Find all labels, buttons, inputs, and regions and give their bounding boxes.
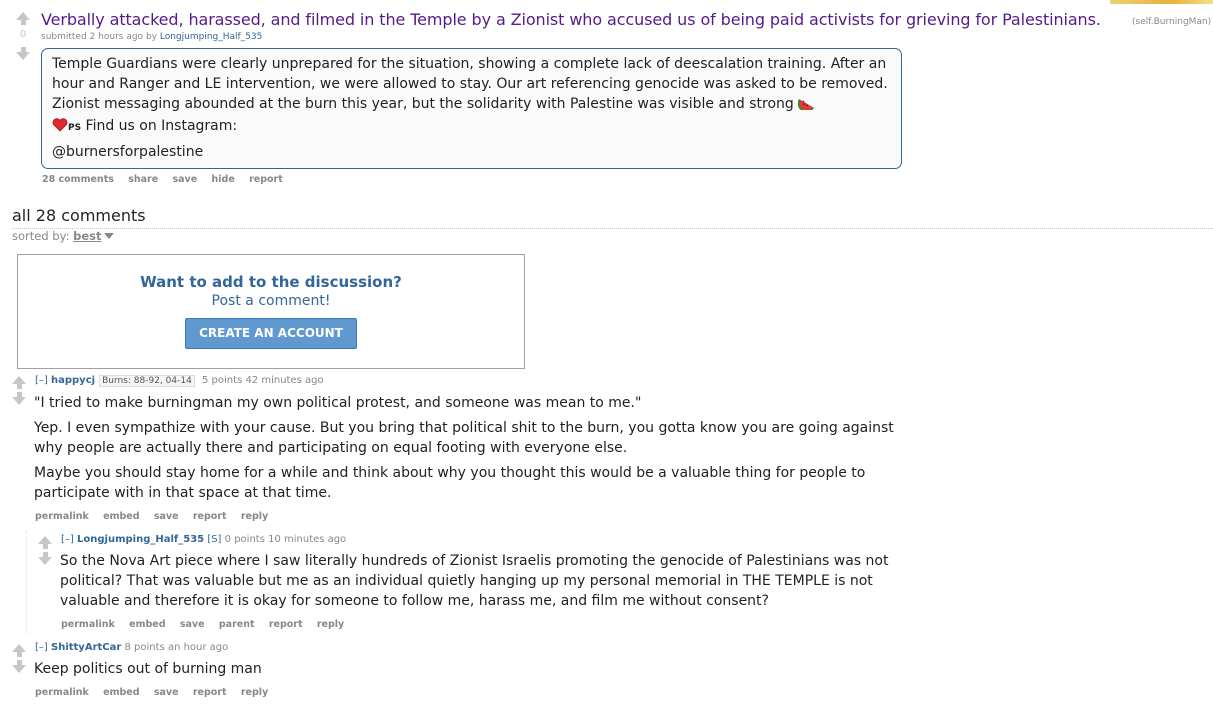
join-discussion-panel: Want to add to the discussion? Post a co… [17,254,525,369]
parent-button[interactable]: parent [219,619,255,630]
post-selftext: Temple Guardians were clearly unprepared… [41,48,902,169]
report-button[interactable]: report [193,687,227,698]
post-score: 0 [19,29,27,40]
save-button[interactable]: save [154,511,179,522]
selftext-instagram-handle: @burnersforpalestine [52,144,204,160]
comment-tagline: [–] ShittyArtCar 8 points an hour ago [35,642,228,653]
report-button[interactable]: report [193,511,227,522]
post-author[interactable]: Longjumping_Half_535 [160,32,263,42]
permalink-button[interactable]: permalink [61,619,115,630]
comment-tagline: [–] happycj Burns: 88-92, 04-14 5 points … [35,375,324,387]
post-domain[interactable]: (self.BurningMan) [1132,17,1211,27]
create-account-button[interactable]: CREATE AN ACCOUNT [185,318,357,349]
comment-author[interactable]: Longjumping_Half_535 [77,534,204,545]
by-label: by [145,32,157,42]
post-tagline: submitted 2 hours ago by Longjumping_Hal… [41,32,262,42]
comment-time: an hour ago [167,642,229,653]
comment-buttons: permalink embed save parent report reply [61,619,355,630]
post-time: 2 hours ago [89,32,144,42]
post-upvote-arrow-icon[interactable] [16,12,30,25]
collapse-toggle[interactable]: [–] [35,375,48,386]
sort-menu: sorted by: best [12,229,115,243]
comment-upvote-arrow-icon[interactable] [38,536,52,549]
comment-downvote-arrow-icon[interactable] [12,392,26,405]
submitted-label: submitted [41,32,87,42]
cta-subtext: Post a comment! [211,293,331,309]
post-buttons: 28 comments share save hide report [42,174,294,185]
comment-downvote-arrow-icon[interactable] [38,552,52,565]
collapse-toggle[interactable]: [–] [35,642,48,653]
permalink-button[interactable]: permalink [35,511,89,522]
comment-body: "I tried to make burningman my own polit… [34,393,894,508]
comment-buttons: permalink embed save report reply [35,687,279,698]
comment-downvote-arrow-icon[interactable] [12,660,26,673]
submitter-badge[interactable]: [S] [207,534,221,545]
selftext-paragraph: Temple Guardians were clearly unprepared… [52,54,891,138]
cta-heading: Want to add to the discussion? [140,273,402,291]
comment-paragraph: Yep. I even sympathize with your cause. … [34,420,894,456]
permalink-button[interactable]: permalink [35,687,89,698]
comment-upvote-arrow-icon[interactable] [12,376,26,389]
comment-points: 0 points [224,534,265,545]
reply-button[interactable]: reply [241,511,268,522]
top-edge-strip [1110,0,1213,4]
comment-author[interactable]: happycj [51,375,95,386]
share-button[interactable]: share [128,174,158,185]
comment-paragraph: "I tried to make burningman my own polit… [34,395,642,411]
comment-paragraph: Keep politics out of burning man [34,661,262,677]
comment-paragraph: So the Nova Art piece where I saw litera… [60,553,889,609]
comment-paragraph: Maybe you should stay home for a while a… [34,465,866,501]
report-button[interactable]: report [269,619,303,630]
embed-button[interactable]: embed [103,511,139,522]
comment-time: 10 minutes ago [268,534,347,545]
post-downvote-arrow-icon[interactable] [16,47,30,60]
thread-line [26,531,27,633]
comments-heading: all 28 comments [12,206,146,225]
report-button[interactable]: report [249,174,283,185]
comments-link[interactable]: 28 comments [42,174,114,185]
comment-time: 42 minutes ago [245,375,324,386]
comment-body: Keep politics out of burning man [34,659,884,684]
sort-dropdown[interactable]: best [73,229,101,243]
chevron-down-icon[interactable] [104,233,115,239]
collapse-toggle[interactable]: [–] [61,534,74,545]
selftext-text: Temple Guardians were clearly unprepared… [52,56,888,112]
watermelon-icon [798,96,815,116]
heart-icon [52,118,68,138]
reply-button[interactable]: reply [317,619,344,630]
embed-button[interactable]: embed [103,687,139,698]
comment-upvote-arrow-icon[interactable] [12,644,26,657]
selftext-text-2: Find us on Instagram: [81,118,238,134]
comment-body: So the Nova Art piece where I saw litera… [60,551,910,616]
embed-button[interactable]: embed [129,619,165,630]
hide-button[interactable]: hide [212,174,235,185]
comment-tagline: [–] Longjumping_Half_535 [S] 0 points 10… [61,534,346,545]
reply-button[interactable]: reply [241,687,268,698]
post-title[interactable]: Verbally attacked, harassed, and filmed … [41,10,1101,29]
user-flair: Burns: 88-92, 04-14 [99,375,195,387]
comment-points: 8 points [124,642,165,653]
comment-points: 5 points [201,375,243,386]
save-button[interactable]: save [180,619,205,630]
save-button[interactable]: save [172,174,197,185]
comment-author[interactable]: ShittyArtCar [51,642,121,653]
divider [12,228,1213,229]
sorted-by-label: sorted by: [12,229,70,243]
save-button[interactable]: save [154,687,179,698]
ps-label: PS [68,123,82,133]
comment-buttons: permalink embed save report reply [35,511,279,522]
